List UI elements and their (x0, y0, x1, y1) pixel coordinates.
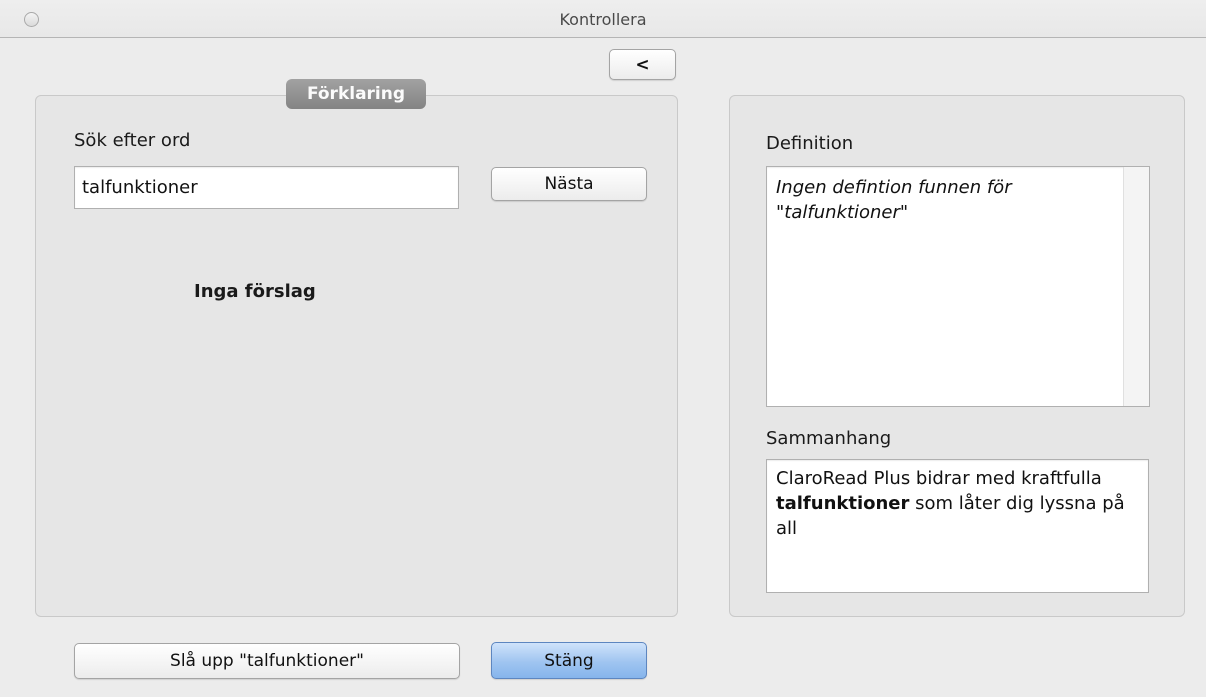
context-text: ClaroRead Plus bidrar med kraftfulla tal… (776, 466, 1136, 541)
context-textarea[interactable]: ClaroRead Plus bidrar med kraftfulla tal… (766, 459, 1149, 593)
close-button[interactable]: Stäng (491, 642, 647, 679)
window-titlebar: Kontrollera (0, 0, 1206, 38)
definition-text: Ingen defintion funnen för "talfunktione… (776, 177, 1012, 223)
search-label: Sök efter ord (74, 130, 191, 151)
window-title: Kontrollera (559, 10, 647, 29)
explanation-group-title: Förklaring (286, 79, 426, 109)
lookup-button[interactable]: Slå upp "talfunktioner" (74, 643, 460, 679)
definition-scrollbar[interactable] (1123, 167, 1149, 406)
context-highlight: talfunktioner (776, 493, 910, 514)
no-suggestions-message: Inga förslag (194, 281, 316, 302)
search-input-value: talfunktioner (82, 177, 198, 198)
definition-label: Definition (766, 133, 854, 154)
context-label: Sammanhang (766, 428, 892, 449)
definition-textarea[interactable]: Ingen defintion funnen för "talfunktione… (766, 166, 1150, 407)
context-text-before: ClaroRead Plus bidrar med kraftfulla (776, 468, 1102, 489)
search-input[interactable]: talfunktioner (74, 166, 459, 209)
next-button[interactable]: Nästa (491, 167, 647, 201)
back-button[interactable]: < (609, 49, 676, 80)
